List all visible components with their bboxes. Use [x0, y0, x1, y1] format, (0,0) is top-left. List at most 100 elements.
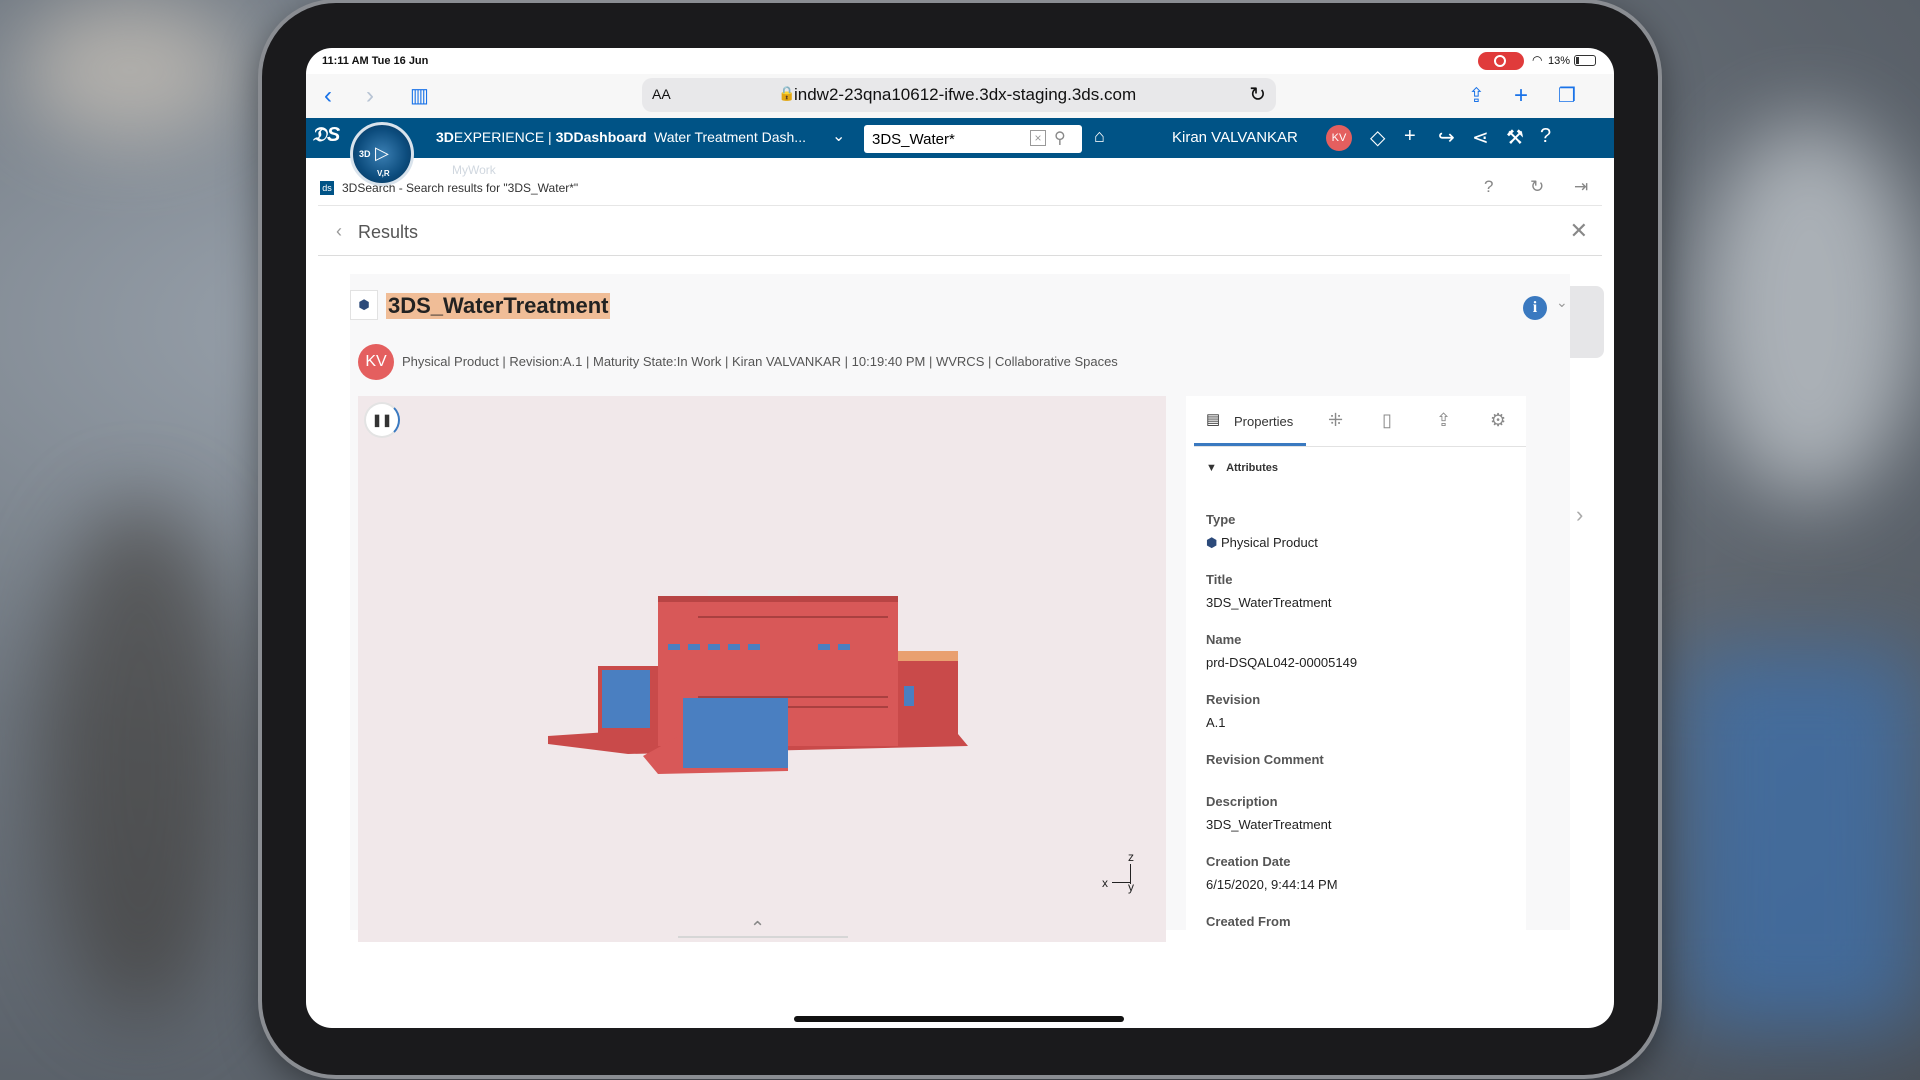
tab-relations[interactable]: ⁜ — [1318, 396, 1358, 446]
tools-icon[interactable]: ⚒ — [1506, 125, 1524, 150]
home-indicator[interactable] — [794, 1016, 1124, 1022]
status-time: 11:11 AM Tue 16 Jun — [322, 55, 429, 67]
address-bar[interactable]: AA 🔒 indw2-23qna10612-ifwe.3dx-staging.3… — [642, 78, 1276, 112]
battery-icon — [1574, 55, 1596, 66]
add-icon[interactable]: + — [1404, 125, 1416, 148]
owner-avatar: KV — [358, 344, 394, 380]
share-icon[interactable]: ⇪ — [1468, 82, 1485, 110]
viewer-scroll-handle[interactable] — [678, 936, 848, 938]
physical-product-icon: ⬢ — [350, 290, 378, 320]
compass-icon[interactable]: 3D ▷ V,R — [350, 122, 414, 186]
3dsearch-app-icon: ds — [320, 181, 334, 195]
safari-toolbar: ‹ › ▥ AA 🔒 indw2-23qna10612-ifwe.3dx-sta… — [306, 74, 1614, 118]
properties-icon: ▤ — [1206, 411, 1221, 428]
tabs-icon[interactable]: ❐ — [1558, 82, 1576, 110]
field-key: Title — [1206, 572, 1233, 587]
field-name: Name prd-DSQAL042-00005149 — [1206, 632, 1357, 670]
wifi-icon: ◠ — [1532, 53, 1543, 67]
detach-icon[interactable]: ⇥ — [1574, 177, 1588, 197]
refresh-icon[interactable]: ↻ — [1530, 177, 1544, 197]
item-detail-card: ⬢ 3DS_WaterTreatment i ⌄ KV Physical Pro… — [350, 274, 1570, 942]
field-value: prd-DSQAL042-00005149 — [1206, 655, 1358, 670]
axis-x-label: x — [1102, 876, 1108, 890]
brand-3d: 3D — [436, 129, 454, 145]
lock-icon: 🔒 — [778, 85, 796, 101]
results-title[interactable]: Results — [358, 222, 418, 243]
axis-z-label: z — [1128, 850, 1134, 864]
attributes-section[interactable]: ▼ Attributes — [1206, 462, 1278, 474]
search-input[interactable] — [872, 129, 1022, 149]
field-value: A.1 — [1206, 715, 1226, 730]
field-creation-date: Creation Date 6/15/2020, 9:44:14 PM — [1206, 854, 1338, 892]
pause-icon[interactable]: ❚❚ — [364, 402, 400, 438]
tab-properties-label: Properties — [1234, 414, 1294, 429]
water-treatment-model[interactable] — [548, 586, 968, 786]
bookmarks-icon[interactable]: ▥ — [410, 82, 429, 110]
field-key: Creation Date — [1206, 854, 1291, 869]
search-icon[interactable]: ⚲ — [1054, 128, 1066, 148]
tag-icon[interactable]: ⌂ — [1094, 126, 1105, 147]
battery-percent: 13% — [1548, 55, 1571, 67]
upload-icon: ⇪ — [1436, 410, 1452, 430]
chevron-down-icon[interactable]: ⌄ — [1556, 294, 1568, 311]
tab-properties[interactable]: ▤ Properties — [1194, 396, 1306, 446]
field-revision: Revision A.1 — [1206, 692, 1260, 730]
play-icon: ▷ — [375, 143, 389, 163]
reader-aa-button[interactable]: AA — [652, 86, 671, 102]
field-type: Type ⬢ Physical Product — [1206, 512, 1318, 551]
field-revision-comment: Revision Comment — [1206, 752, 1324, 775]
url-text[interactable]: indw2-23qna10612-ifwe.3dx-staging.3ds.co… — [794, 85, 1136, 105]
field-key: Name — [1206, 632, 1242, 647]
ds-logo-icon[interactable]: 𝔇S — [312, 124, 340, 147]
network-share-icon[interactable]: ⋖ — [1472, 125, 1489, 150]
axis-y-label: y — [1128, 880, 1134, 894]
share-forward-icon[interactable]: ↪ — [1438, 125, 1455, 150]
3d-viewer[interactable]: ❚❚ z x y ⌃ — [358, 396, 1166, 942]
chevron-down-icon[interactable]: ⌄ — [832, 126, 845, 146]
brand-experience: EXPERIENCE | — [453, 129, 556, 145]
results-header: ‹ Results ✕ — [318, 208, 1602, 256]
new-tab-icon[interactable]: + — [1514, 82, 1528, 110]
clear-search-icon[interactable]: × — [1030, 130, 1046, 146]
info-icon[interactable]: i — [1523, 296, 1547, 320]
user-name[interactable]: Kiran VALVANKAR — [1172, 129, 1298, 146]
ipad-screen: 11:11 AM Tue 16 Jun ◠ 13% ‹ › ▥ AA 🔒 ind… — [306, 48, 1614, 1028]
forward-icon[interactable]: › — [366, 82, 374, 110]
dashboard-title[interactable]: Water Treatment Dash... — [654, 129, 806, 145]
field-title: Title 3DS_WaterTreatment — [1206, 572, 1331, 610]
3dexperience-topbar: 𝔇S 3D ▷ V,R 3DEXPERIENCE | 3DDashboard W… — [306, 118, 1614, 186]
compass-vr-label: V,R — [377, 169, 390, 178]
relations-icon: ⁜ — [1328, 410, 1344, 430]
physical-product-icon: ⬢ — [1206, 535, 1218, 550]
field-key: Revision — [1206, 692, 1261, 707]
field-key: Created From — [1206, 914, 1291, 929]
attributes-label: Attributes — [1226, 462, 1279, 474]
help-icon[interactable]: ? — [1540, 125, 1551, 148]
axis-triad: z x y — [1102, 850, 1142, 900]
tab-lifecycle[interactable]: ⇪ — [1426, 396, 1466, 446]
label-icon[interactable]: ◇ — [1370, 125, 1385, 150]
field-key: Type — [1206, 512, 1236, 527]
field-key: Description — [1206, 794, 1278, 809]
search-box: × ⚲ — [864, 125, 1082, 153]
gear-icon: ⚙ — [1490, 410, 1507, 430]
back-to-results-icon[interactable]: ‹ — [336, 221, 342, 242]
screen-record-icon[interactable] — [1478, 52, 1524, 70]
field-value: 6/15/2020, 9:44:14 PM — [1206, 877, 1338, 892]
brand-title: 3DEXPERIENCE | 3DDashboard — [436, 129, 647, 145]
field-key: Revision Comment — [1206, 752, 1324, 767]
reload-icon[interactable]: ↻ — [1249, 82, 1266, 107]
back-icon[interactable]: ‹ — [324, 82, 332, 110]
close-results-icon[interactable]: ✕ — [1570, 218, 1588, 244]
next-result-icon[interactable]: › — [1576, 502, 1583, 528]
brand-app: 3DDashboard — [555, 129, 647, 145]
document-icon: ▯ — [1382, 410, 1392, 430]
tab-documents[interactable]: ▯ — [1372, 396, 1412, 446]
field-value: Physical Product — [1220, 535, 1318, 550]
help-icon[interactable]: ? — [1484, 177, 1493, 197]
user-avatar[interactable]: KV — [1326, 125, 1352, 151]
field-value: 3DS_WaterTreatment — [1206, 595, 1332, 610]
item-title: 3DS_WaterTreatment — [386, 293, 611, 319]
status-bar: 11:11 AM Tue 16 Jun ◠ 13% — [306, 48, 1614, 74]
tab-settings[interactable]: ⚙ — [1480, 396, 1520, 446]
